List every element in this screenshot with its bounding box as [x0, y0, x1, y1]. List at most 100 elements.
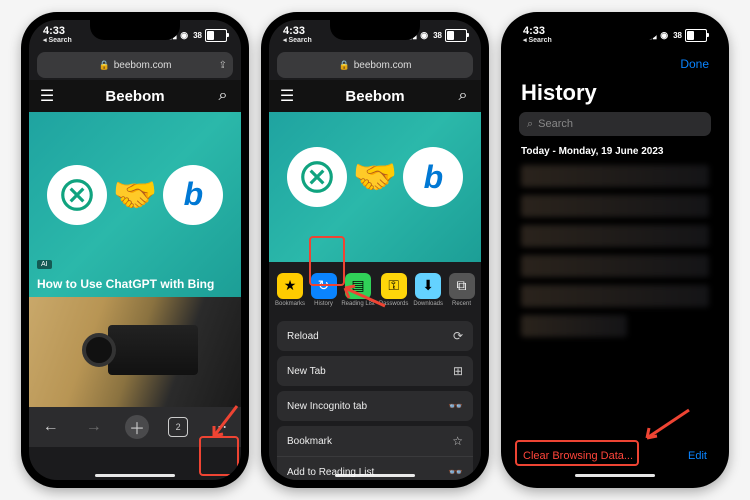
url-domain: beebom.com	[114, 60, 172, 71]
history-section-label: Today - Monday, 19 June 2023	[509, 144, 721, 161]
hamburger-icon[interactable]: ☰	[39, 86, 55, 106]
lock-icon: 🔒	[338, 60, 349, 71]
handshake-icon: 🤝	[113, 174, 158, 216]
notch	[330, 20, 420, 40]
battery-icon	[685, 29, 707, 42]
bing-logo-icon: b	[403, 147, 463, 207]
ai-badge: AI	[37, 260, 52, 269]
url-domain: beebom.com	[354, 60, 412, 71]
tool-bookmarks[interactable]: ★ Bookmarks	[275, 273, 305, 307]
status-back-app[interactable]: ◂ Search	[43, 37, 72, 44]
notch	[90, 20, 180, 40]
new-tab-button[interactable]: ＋	[125, 415, 149, 439]
history-entry[interactable]	[521, 225, 709, 247]
history-icon: ↻	[311, 273, 337, 299]
screen-2: 4:33 ◂ Search ▮▮▮▮ ◉ 38 🔒 beebom.com ☰ B…	[269, 20, 481, 480]
history-title: History	[509, 78, 721, 112]
lock-icon: 🔒	[98, 60, 109, 71]
phone-frame-3: 4:33 ◂ Search ▮▮▮▮ ◉ 38 Done History ⌕ S…	[501, 12, 729, 488]
handshake-icon: 🤝	[353, 156, 398, 198]
clear-browsing-data-button[interactable]: Clear Browsing Data...	[523, 450, 633, 462]
site-header: ☰ Beebom ⌕	[29, 80, 241, 112]
tool-reading-list[interactable]: ▤ Reading List	[342, 273, 374, 307]
bing-logo-icon: b	[163, 165, 223, 225]
article-thumbnail[interactable]	[29, 297, 241, 407]
star-outline-icon: ☆	[452, 434, 463, 448]
annotation-arrow	[641, 408, 691, 444]
screen-3: 4:33 ◂ Search ▮▮▮▮ ◉ 38 Done History ⌕ S…	[509, 20, 721, 480]
menu-incognito[interactable]: New Incognito tab 👓	[277, 391, 473, 421]
tabs-button[interactable]: 2	[168, 417, 188, 437]
forward-button[interactable]: →	[82, 415, 106, 439]
status-time: 4:33	[523, 26, 552, 37]
history-search-input[interactable]: ⌕ Search	[519, 112, 711, 136]
back-button[interactable]: ←	[39, 415, 63, 439]
browser-bottom-nav: ← → ＋ 2 ⋯	[29, 407, 241, 447]
phone-frame-1: 4:33 ◂ Search ▮▮▮▮ ◉ 38 🔒 beebom.com ⇪ ☰…	[21, 12, 249, 488]
tool-recent[interactable]: ⧉ Recent	[448, 273, 475, 307]
home-indicator[interactable]	[95, 474, 175, 477]
site-title: Beebom	[345, 88, 404, 105]
reading-list-icon: ▤	[345, 273, 371, 299]
key-icon: ⚿	[381, 273, 407, 299]
battery-percent: 38	[193, 31, 202, 40]
done-row: Done	[509, 50, 721, 78]
incognito-icon: 👓	[448, 399, 463, 413]
menu-reload[interactable]: Reload ⟳	[277, 321, 473, 351]
site-title: Beebom	[105, 88, 164, 105]
history-bottom-bar: Clear Browsing Data... Edit	[509, 442, 721, 472]
menu-button[interactable]: ⋯	[207, 415, 231, 439]
history-entry[interactable]	[521, 285, 709, 307]
chatgpt-logo-icon	[287, 147, 347, 207]
hero-article: 🤝 b	[269, 112, 481, 262]
magnifier-icon: ⌕	[527, 118, 533, 131]
reload-icon: ⟳	[453, 329, 463, 343]
history-entry[interactable]	[521, 195, 709, 217]
home-indicator[interactable]	[335, 474, 415, 477]
done-button[interactable]: Done	[680, 57, 709, 71]
wifi-icon: ◉	[660, 30, 668, 41]
history-entry[interactable]	[521, 315, 627, 337]
tool-passwords[interactable]: ⚿ Passwords	[379, 273, 408, 307]
menu-new-tab[interactable]: New Tab ⊞	[277, 356, 473, 386]
plus-square-icon: ⊞	[453, 364, 463, 378]
tool-history[interactable]: ↻ History	[310, 273, 337, 307]
search-icon[interactable]: ⌕	[215, 87, 231, 105]
menu-bookmark[interactable]: Bookmark ☆	[277, 426, 473, 457]
star-icon: ★	[277, 273, 303, 299]
status-back-app[interactable]: ◂ Search	[283, 37, 312, 44]
menu-sheet: Reload ⟳ New Tab ⊞ New Incognito tab 👓 B…	[269, 317, 481, 480]
screen-1: 4:33 ◂ Search ▮▮▮▮ ◉ 38 🔒 beebom.com ⇪ ☰…	[29, 20, 241, 480]
home-indicator[interactable]	[575, 474, 655, 477]
wifi-icon: ◉	[420, 30, 428, 41]
search-icon[interactable]: ⌕	[455, 87, 471, 105]
url-bar[interactable]: 🔒 beebom.com	[277, 52, 473, 78]
battery-icon	[445, 29, 467, 42]
search-placeholder: Search	[538, 118, 573, 130]
url-bar[interactable]: 🔒 beebom.com ⇪	[37, 52, 233, 78]
battery-percent: 38	[673, 31, 682, 40]
download-icon: ⬇	[415, 273, 441, 299]
status-time: 4:33	[43, 26, 72, 37]
hamburger-icon[interactable]: ☰	[279, 86, 295, 106]
glasses-icon: 👓	[448, 465, 463, 479]
history-entry[interactable]	[521, 255, 709, 277]
history-entry[interactable]	[521, 165, 709, 187]
tool-downloads[interactable]: ⬇ Downloads	[413, 273, 443, 307]
battery-icon	[205, 29, 227, 42]
hero-caption: How to Use ChatGPT with Bing	[37, 277, 233, 291]
wifi-icon: ◉	[180, 30, 188, 41]
battery-percent: 38	[433, 31, 442, 40]
tool-row: ★ Bookmarks ↻ History ▤ Reading List ⚿ P…	[269, 262, 481, 317]
notch	[570, 20, 660, 40]
status-time: 4:33	[283, 26, 312, 37]
hero-article[interactable]: 🤝 b AI How to Use ChatGPT with Bing	[29, 112, 241, 297]
edit-button[interactable]: Edit	[688, 450, 707, 462]
site-header: ☰ Beebom ⌕	[269, 80, 481, 112]
phone-frame-2: 4:33 ◂ Search ▮▮▮▮ ◉ 38 🔒 beebom.com ☰ B…	[261, 12, 489, 488]
status-back-app[interactable]: ◂ Search	[523, 37, 552, 44]
chatgpt-logo-icon	[47, 165, 107, 225]
recent-icon: ⧉	[449, 273, 475, 299]
share-icon[interactable]: ⇪	[219, 60, 227, 71]
gpu-graphic	[108, 325, 198, 375]
